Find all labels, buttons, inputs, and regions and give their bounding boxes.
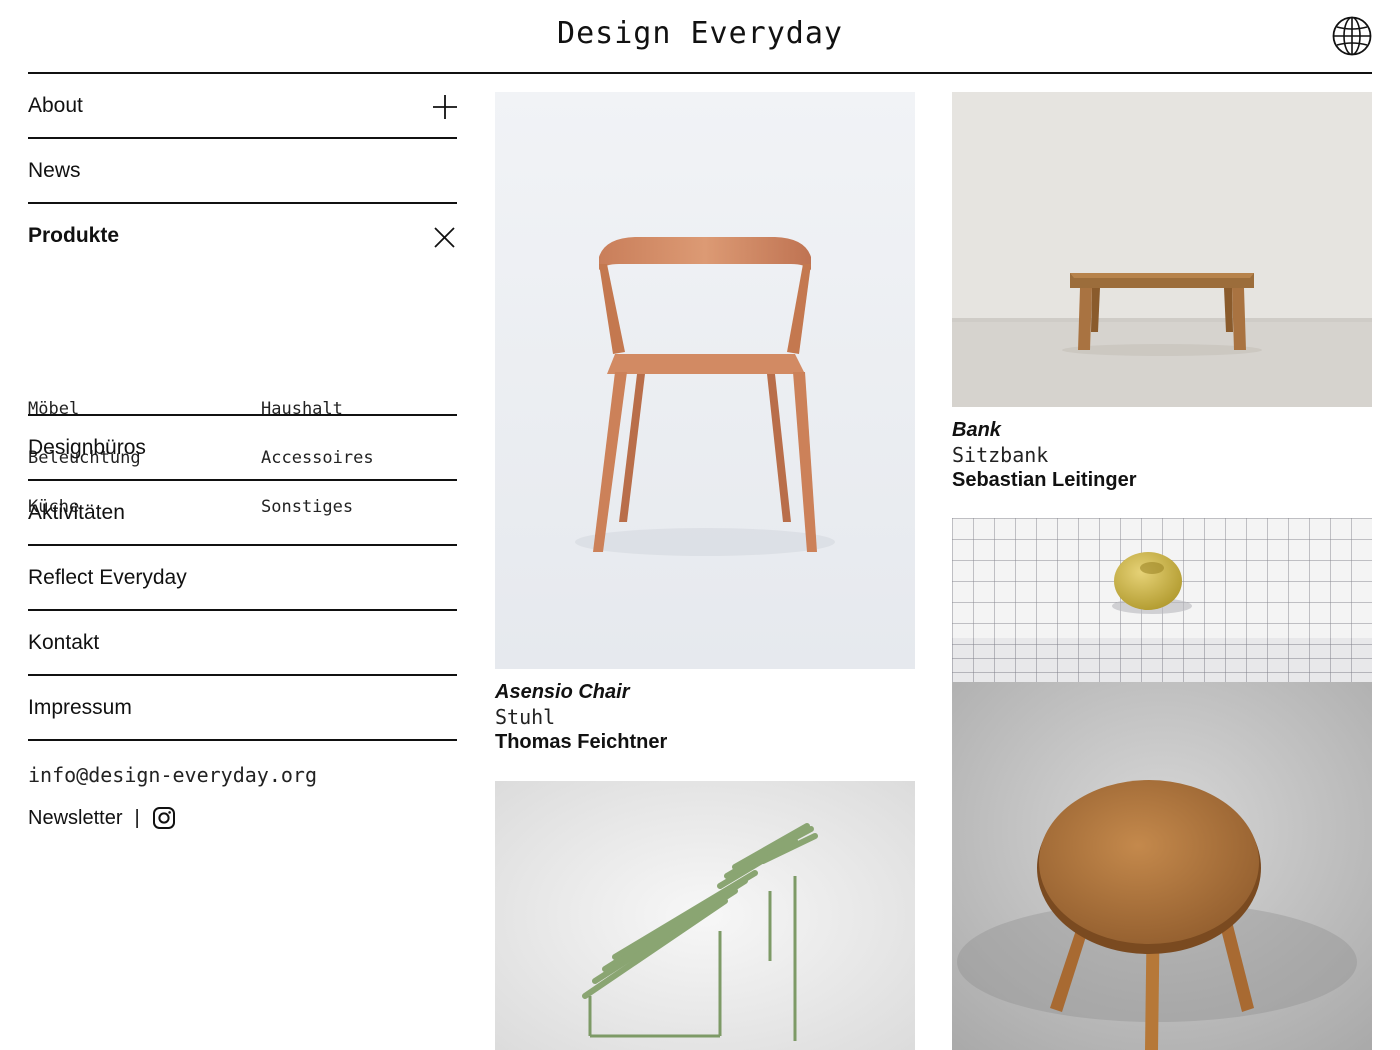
nav-item-aktivitaeten[interactable]: Aktivitäten xyxy=(28,481,457,546)
product-designer[interactable]: Sebastian Leitinger xyxy=(952,468,1137,493)
product-name[interactable]: Asensio Chair xyxy=(495,680,667,705)
close-icon[interactable] xyxy=(434,227,455,248)
product-type: Stuhl xyxy=(495,705,556,729)
globe-icon[interactable] xyxy=(1332,16,1372,56)
product-designer[interactable]: Thomas Feichtner xyxy=(495,730,667,755)
product-name[interactable]: Bank xyxy=(952,418,1137,443)
nav-item-label: Produkte xyxy=(28,224,120,247)
nav-item-label: Designbüros xyxy=(28,436,146,459)
site-header: Design Everyday xyxy=(0,0,1400,74)
footer-separator: | xyxy=(134,806,140,829)
nav-item-label: News xyxy=(28,159,81,182)
nav-item-label: Aktivitäten xyxy=(28,501,125,524)
product-caption-bank: Bank Sitzbank Sebastian Leitinger xyxy=(952,418,1137,493)
nav-item-kontakt[interactable]: Kontakt xyxy=(28,611,457,676)
plus-icon[interactable] xyxy=(433,95,457,119)
footer-links: Newsletter | xyxy=(28,806,176,830)
contact-email-link[interactable]: info@design-everyday.org xyxy=(28,763,317,787)
newsletter-link[interactable]: Newsletter xyxy=(28,807,122,830)
product-image-bank[interactable] xyxy=(952,92,1372,407)
product-caption-asensio-chair: Asensio Chair Stuhl Thomas Feichtner xyxy=(495,680,667,755)
nav-item-label: About xyxy=(28,94,83,117)
nav-item-label: Reflect Everyday xyxy=(28,566,187,589)
nav-item-label: Kontakt xyxy=(28,631,100,654)
nav-item-reflect-everyday[interactable]: Reflect Everyday xyxy=(28,546,457,611)
nav-item-produkte[interactable]: Produkte Möbel Haushalt Beleuchtung Acce… xyxy=(28,204,457,517)
sidebar-nav: About News Produkte Möbel Haushalt Beleu… xyxy=(28,74,457,741)
nav-item-news[interactable]: News xyxy=(28,139,457,204)
product-type: Sitzbank xyxy=(952,443,1049,467)
site-title[interactable]: Design Everyday xyxy=(0,16,1400,51)
nav-item-label: Impressum xyxy=(28,696,132,719)
instagram-icon[interactable] xyxy=(152,806,176,830)
product-image-asensio-chair[interactable] xyxy=(495,92,915,669)
product-image-yellow-object[interactable] xyxy=(952,518,1372,682)
nav-item-impressum[interactable]: Impressum xyxy=(28,676,457,741)
product-image-round-table[interactable] xyxy=(952,682,1372,1050)
product-image-green-bench[interactable] xyxy=(495,781,915,1050)
nav-item-designbueros[interactable]: Designbüros xyxy=(28,416,457,481)
nav-item-about[interactable]: About xyxy=(28,74,457,139)
